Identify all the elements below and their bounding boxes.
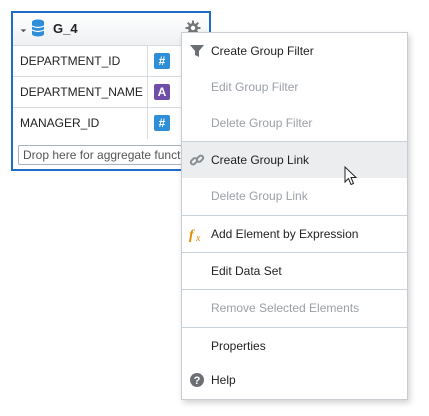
menu-item-label: Create Group Link <box>211 153 310 167</box>
menu-item-label: Edit Group Filter <box>211 80 299 94</box>
column-divider <box>147 108 148 139</box>
column-divider <box>147 46 148 77</box>
field-name: DEPARTMENT_NAME <box>20 85 143 99</box>
svg-text:x: x <box>195 233 201 242</box>
svg-text:?: ? <box>194 375 201 387</box>
field-name: MANAGER_ID <box>20 116 100 130</box>
menu-item-label: Delete Group Filter <box>211 116 313 130</box>
menu-item-help[interactable]: ? Help <box>182 362 407 398</box>
menu-item-delete-group-filter[interactable]: Delete Group Filter <box>182 105 407 141</box>
menu-item-edit-group-filter[interactable]: Edit Group Filter <box>182 69 407 105</box>
filter-icon <box>190 45 204 57</box>
field-row[interactable]: MANAGER_ID # <box>13 107 209 139</box>
aggregate-drop-field[interactable] <box>18 145 188 165</box>
menu-item-add-element-by-expression[interactable]: f x Add Element by Expression <box>182 216 407 252</box>
text-type-icon: A <box>154 84 170 100</box>
field-row[interactable]: DEPARTMENT_ID # <box>13 45 209 77</box>
menu-item-label: Edit Data Set <box>211 264 282 278</box>
database-icon <box>31 19 45 37</box>
help-icon: ? <box>190 373 204 387</box>
function-fx-icon: f x <box>189 228 201 242</box>
menu-item-delete-group-link[interactable]: Delete Group Link <box>182 178 407 214</box>
menu-item-remove-selected-elements[interactable]: Remove Selected Elements <box>182 290 407 326</box>
number-type-icon: # <box>154 115 170 131</box>
svg-text:f: f <box>189 228 195 242</box>
menu-item-label: Properties <box>211 339 266 353</box>
menu-item-create-group-link[interactable]: Create Group Link <box>182 142 407 178</box>
column-divider <box>147 77 148 108</box>
menu-item-properties[interactable]: Properties <box>182 328 407 364</box>
group-title: G_4 <box>53 21 78 36</box>
link-icon <box>189 154 205 166</box>
group-header[interactable]: G_4 <box>13 13 209 45</box>
menu-item-label: Help <box>211 373 236 387</box>
menu-item-create-group-filter[interactable]: Create Group Filter <box>182 33 407 69</box>
field-name: DEPARTMENT_ID <box>20 54 121 68</box>
menu-item-label: Remove Selected Elements <box>211 301 360 315</box>
field-row[interactable]: DEPARTMENT_NAME A <box>13 76 209 108</box>
collapse-triangle-icon[interactable] <box>17 23 27 33</box>
menu-item-label: Delete Group Link <box>211 189 308 203</box>
menu-item-label: Add Element by Expression <box>211 227 359 241</box>
number-type-icon: # <box>154 53 170 69</box>
mouse-cursor-icon <box>344 166 358 186</box>
context-menu: Create Group Filter Edit Group Filter De… <box>181 32 408 400</box>
menu-item-label: Create Group Filter <box>211 44 314 58</box>
menu-item-edit-data-set[interactable]: Edit Data Set <box>182 253 407 289</box>
